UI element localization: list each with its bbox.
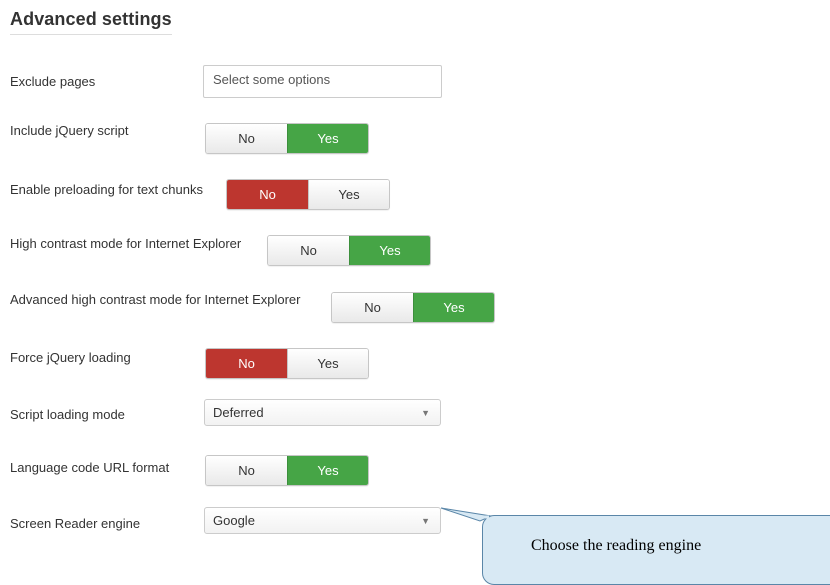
chevron-down-icon: ▼: [421, 516, 430, 526]
screen-reader-engine-select[interactable]: Google ▼: [204, 507, 441, 534]
callout-pointer: [440, 507, 493, 522]
callout-text: Choose the reading engine: [531, 537, 702, 554]
screen-reader-engine-label: Screen Reader engine: [10, 516, 141, 531]
screen-reader-engine-value: Google: [213, 513, 255, 528]
